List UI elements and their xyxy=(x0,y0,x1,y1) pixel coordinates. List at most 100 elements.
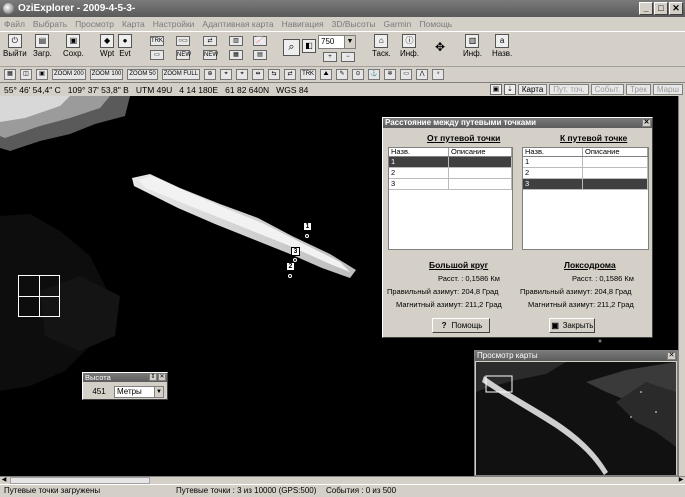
to-waypoint-list[interactable]: Назв. Описание 1 2 3 xyxy=(522,147,649,250)
route-icon[interactable]: ○▭ xyxy=(176,36,190,46)
col-name[interactable]: Назв. xyxy=(523,148,583,156)
zoom-in-icon[interactable]: + xyxy=(323,52,337,62)
wheel-icon[interactable]: ✲ xyxy=(384,68,397,80)
rte-icon[interactable]: ⇄ xyxy=(203,36,217,46)
info2-button[interactable]: ▥ Инф. xyxy=(463,34,482,58)
anchor-icon[interactable]: ⚓ xyxy=(368,68,381,80)
save-button[interactable]: ▣ Сохр. xyxy=(63,34,84,58)
new-route-icon[interactable]: NEW xyxy=(176,50,191,60)
close-dialog-button[interactable]: ▣ Закрыть xyxy=(549,318,595,333)
menu-view[interactable]: Просмотр xyxy=(75,19,114,29)
tab-tracks[interactable]: Трек xyxy=(626,84,651,95)
zoom-full-button[interactable]: ZOOM FULL xyxy=(161,68,201,80)
to-row[interactable]: 3 xyxy=(523,179,648,190)
map-list-icon[interactable]: ▥ xyxy=(229,36,243,46)
from-waypoint-list[interactable]: Назв. Описание 1 2 3 xyxy=(388,147,513,250)
menu-help[interactable]: Помощь xyxy=(419,19,452,29)
track-icon[interactable]: TRK xyxy=(150,36,164,46)
tab-routes[interactable]: Марш xyxy=(652,84,683,95)
scroll-left-icon[interactable]: ◀ xyxy=(0,477,8,484)
rte-new-icon[interactable]: NEW xyxy=(203,50,218,60)
col-description[interactable]: Описание xyxy=(583,148,648,156)
waypoint-1-marker[interactable] xyxy=(305,234,309,238)
map-select-icon[interactable]: ▦ xyxy=(4,68,16,80)
maximize-button[interactable]: □ xyxy=(654,2,668,15)
profile-icon[interactable]: ⋀ xyxy=(416,68,429,80)
evt-button[interactable]: ● Evt xyxy=(118,34,132,58)
waypoint-2-marker[interactable] xyxy=(288,274,292,278)
zoom-200-button[interactable]: ZOOM 200 xyxy=(52,68,86,80)
overview-close-icon[interactable]: ✕ xyxy=(667,352,676,360)
tab-waypoints[interactable]: Пут. точ. xyxy=(549,84,589,95)
scroll-thumb[interactable] xyxy=(10,477,150,484)
overview-map[interactable] xyxy=(476,362,676,475)
trk-icon[interactable]: TRK xyxy=(300,68,317,80)
map-icon[interactable]: ▦ xyxy=(229,50,243,60)
task-button[interactable]: ⌂ Таск. xyxy=(372,34,391,58)
to-row[interactable]: 1 xyxy=(523,157,648,168)
load-button[interactable]: ▤ Загр. xyxy=(33,34,52,58)
map-overview-window: Просмотр карты ✕ xyxy=(474,350,678,476)
menu-file[interactable]: Файл xyxy=(4,19,25,29)
zoom-out-icon[interactable]: − xyxy=(341,52,355,62)
status-waypoints: Путевые точки : 3 из 10000 (GPS:500) xyxy=(176,486,317,495)
close-button[interactable]: ✕ xyxy=(669,2,683,15)
menu-settings[interactable]: Настройки xyxy=(153,19,195,29)
center-icon[interactable]: ⊕ xyxy=(204,68,217,80)
col-description[interactable]: Описание xyxy=(449,148,512,156)
menu-garmin[interactable]: Garmin xyxy=(384,19,412,29)
chart-icon[interactable]: 📈 xyxy=(253,36,267,46)
altitude-close-icon[interactable]: ✕ xyxy=(158,373,166,381)
from-row[interactable]: 2 xyxy=(389,168,512,179)
col-name[interactable]: Назв. xyxy=(389,148,449,156)
pin-icon[interactable]: ♆ xyxy=(432,68,445,80)
menu-map[interactable]: Карта xyxy=(122,19,145,29)
exit-button[interactable]: ⏻ Выйти xyxy=(3,34,27,58)
map-fit-icon[interactable]: ◫ xyxy=(20,68,32,80)
target-icon[interactable]: ⊙ xyxy=(352,68,365,80)
vertical-scrollbar[interactable] xyxy=(678,96,685,476)
zoom-select[interactable]: 750 ▼ xyxy=(318,35,356,49)
route-edit-icon[interactable]: ⇆ xyxy=(268,68,281,80)
image-icon[interactable]: ▭ xyxy=(400,68,413,80)
waypoint-3-label[interactable]: 3 xyxy=(291,247,300,256)
map-mode-icon[interactable]: ▣ xyxy=(489,84,502,95)
menu-3d[interactable]: 3D/Высоты xyxy=(332,19,376,29)
menu-moving-map[interactable]: Адаптивная карта xyxy=(202,19,273,29)
name-button[interactable]: a Назв. xyxy=(492,34,512,58)
wpt-button[interactable]: ◆ Wpt xyxy=(100,34,114,58)
gps-icon[interactable]: ⌖ xyxy=(220,68,233,80)
draw-icon[interactable]: ✎ xyxy=(336,68,349,80)
grid-icon[interactable]: ▤ xyxy=(253,50,267,60)
download-icon[interactable]: ⇣ xyxy=(503,84,516,95)
menu-select[interactable]: Выбрать xyxy=(33,19,67,29)
tab-events[interactable]: Событ. xyxy=(590,84,625,95)
waypoint-2-label[interactable]: 2 xyxy=(286,262,295,271)
from-row[interactable]: 1 xyxy=(389,157,512,168)
wpt-list-icon[interactable]: ▭ xyxy=(150,50,164,60)
menu-navigation[interactable]: Навигация xyxy=(282,19,324,29)
waypoint-1-label[interactable]: 1 xyxy=(303,222,312,231)
info-button[interactable]: ⓘ Инф. xyxy=(400,34,419,58)
zoom-50-button[interactable]: ZOOM 50 xyxy=(127,68,158,80)
help-button[interactable]: ? Помощь xyxy=(432,318,490,333)
layer-icon[interactable]: ◧ xyxy=(302,39,316,53)
altitude-pin-icon[interactable]: ⇕ xyxy=(149,373,157,381)
from-row[interactable]: 3 xyxy=(389,179,512,190)
window-title: OziExplorer - 2009-4-5-3- xyxy=(18,3,136,14)
map-window-icon[interactable]: ▣ xyxy=(36,68,48,80)
horizontal-scrollbar[interactable]: ◀ ▶ xyxy=(0,476,685,484)
minimize-button[interactable]: _ xyxy=(639,2,653,15)
scroll-right-icon[interactable]: ▶ xyxy=(677,477,685,484)
track-edit-icon[interactable]: ⇄ xyxy=(284,68,297,80)
dialog-close-icon[interactable]: ✕ xyxy=(642,119,651,127)
move-arrows-icon[interactable]: ✥ xyxy=(428,37,452,59)
gps2-icon[interactable]: ⌖ xyxy=(236,68,249,80)
search-icon[interactable]: ⌕ xyxy=(283,39,300,56)
to-row[interactable]: 2 xyxy=(523,168,648,179)
zoom-100-button[interactable]: ZOOM 100 xyxy=(89,68,124,80)
tab-map[interactable]: Карта xyxy=(517,84,548,95)
altitude-unit-select[interactable]: Метры ▼ xyxy=(114,386,164,398)
ruler-icon[interactable]: ⇹ xyxy=(252,68,265,80)
hill-icon[interactable]: ⛰ xyxy=(320,68,333,80)
